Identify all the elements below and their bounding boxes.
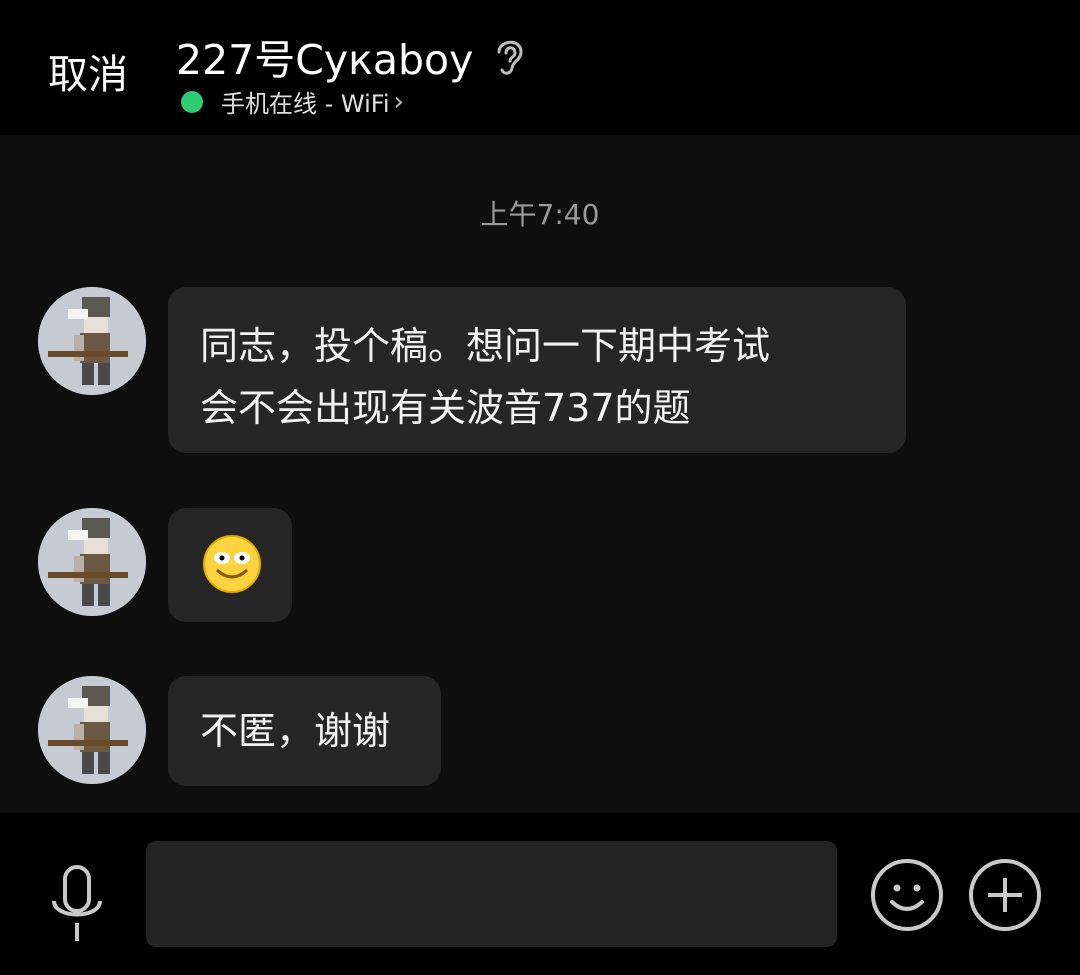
microphone-icon[interactable]: [46, 863, 108, 949]
message-text: 同志，投个稿。想问一下期中考试 会不会出现有关波音737的题: [200, 324, 771, 430]
chat-title[interactable]: 227号Cyкaboy: [176, 26, 473, 86]
soldier-avatar-icon: [38, 676, 146, 784]
online-dot-icon: [181, 90, 203, 113]
online-status[interactable]: 手机在线 - WiFi ›: [181, 84, 404, 119]
avatar[interactable]: [38, 676, 146, 784]
timestamp: 上午7:40: [480, 198, 600, 231]
soldier-avatar-icon: [38, 287, 146, 395]
message-text: 不匿，谢谢: [200, 709, 391, 753]
avatar[interactable]: [38, 287, 146, 395]
avatar[interactable]: [38, 508, 146, 616]
composer-bar: [0, 813, 1080, 975]
smiley-icon[interactable]: [870, 858, 944, 932]
plus-icon[interactable]: [968, 858, 1042, 932]
status-text: 手机在线 - WiFi: [221, 90, 390, 118]
message-bubble[interactable]: 同志，投个稿。想问一下期中考试 会不会出现有关波音737的题: [168, 287, 906, 453]
chat-header: 取消 227号Cyкaboy 手机在线 - WiFi ›: [0, 0, 1080, 135]
soldier-avatar-icon: [38, 508, 146, 616]
title-row: 227号Cyкaboy: [176, 26, 527, 86]
message-input[interactable]: [146, 841, 837, 947]
cancel-button[interactable]: 取消: [48, 42, 128, 100]
chevron-right-icon: ›: [393, 86, 404, 117]
message-list: 上午7:40 同志，投个稿。想问一下期中考试 会不会出现有关波音737的题 不匿…: [0, 135, 1080, 813]
grin-emoji-icon: [203, 535, 261, 593]
ear-icon[interactable]: [491, 34, 527, 78]
message-bubble[interactable]: [168, 508, 292, 622]
message-bubble[interactable]: 不匿，谢谢: [168, 676, 441, 786]
